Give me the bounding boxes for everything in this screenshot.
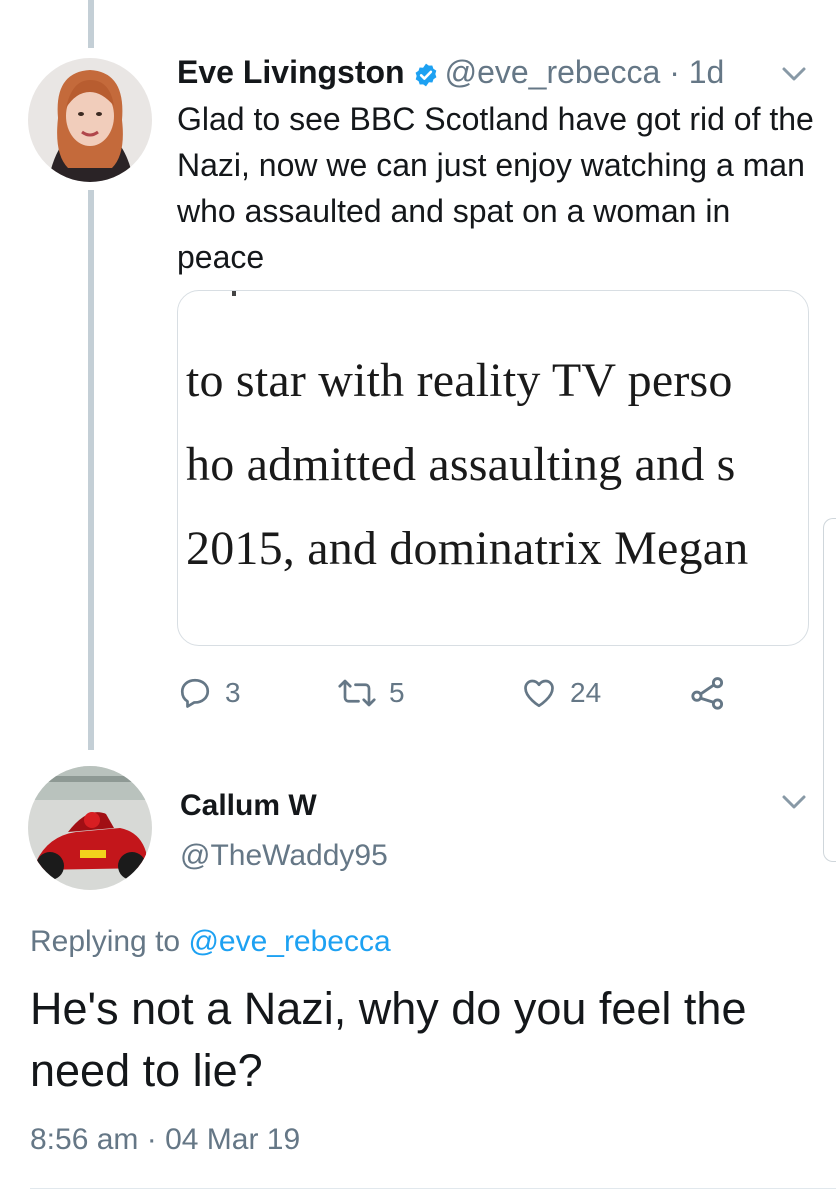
- media-image[interactable]: to star with reality TV perso ho admitte…: [177, 290, 809, 646]
- tweet-actions: 3 5 24: [177, 668, 777, 718]
- media-line-3: 2015, and dominatrix Megan: [186, 522, 749, 575]
- reply-button[interactable]: 3: [177, 668, 241, 718]
- share-icon: [689, 674, 727, 712]
- like-icon: [520, 675, 558, 711]
- scrollbar[interactable]: [823, 518, 836, 862]
- reply-timestamp: 8:56 am · 04 Mar 19: [30, 1118, 300, 1162]
- share-button[interactable]: [689, 668, 727, 718]
- retweet-icon: [337, 675, 377, 711]
- reply-icon: [177, 675, 213, 711]
- meta-separator: ·: [669, 54, 680, 90]
- retweet-button[interactable]: 5: [337, 668, 405, 718]
- tweet-age[interactable]: 1d: [689, 54, 725, 90]
- tweet-header: Eve Livingston @eve_rebecca · 1d: [177, 50, 724, 99]
- reply-time: 8:56 am: [30, 1123, 139, 1156]
- replying-to: Replying to @eve_rebecca: [30, 920, 391, 964]
- reply-text: He's not a Nazi, why do you feel the nee…: [30, 983, 747, 1096]
- author-name[interactable]: Callum W: [180, 786, 317, 826]
- retweet-count: 5: [389, 677, 405, 708]
- like-button[interactable]: 24: [520, 668, 601, 718]
- avatar[interactable]: [28, 58, 152, 182]
- chevron-down-icon[interactable]: [780, 64, 808, 89]
- tweet-text: Glad to see BBC Scotland have got rid of…: [177, 101, 814, 275]
- media-line-1: to star with reality TV perso: [186, 354, 733, 407]
- verified-badge-icon: [413, 55, 439, 99]
- author-handle[interactable]: @TheWaddy95: [180, 836, 388, 876]
- replying-prefix: Replying to: [30, 925, 181, 958]
- meta-separator: ·: [146, 1123, 157, 1156]
- author-handle[interactable]: @eve_rebecca: [445, 54, 661, 90]
- media-line-2: ho admitted assaulting and s: [186, 438, 736, 491]
- avatar[interactable]: [28, 766, 152, 890]
- author-name[interactable]: Eve Livingston: [177, 54, 405, 90]
- reply-date: 04 Mar 19: [165, 1123, 301, 1156]
- thread-line-top: [88, 0, 94, 48]
- chevron-down-icon[interactable]: [780, 792, 808, 817]
- thread-line: [88, 190, 94, 750]
- divider: [30, 1188, 836, 1189]
- clipped-glyph: [232, 291, 236, 296]
- replying-to-link[interactable]: @eve_rebecca: [188, 925, 390, 958]
- like-count: 24: [570, 677, 602, 708]
- reply-count: 3: [225, 677, 241, 708]
